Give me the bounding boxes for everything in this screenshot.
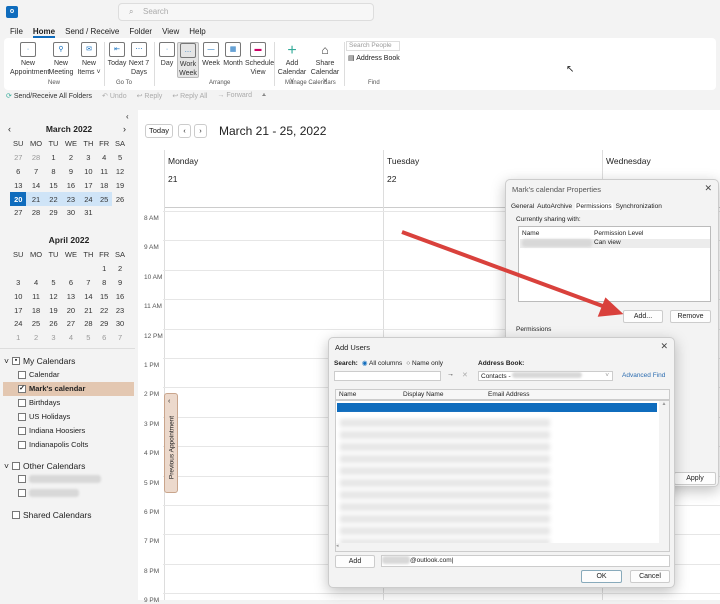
label: All columns xyxy=(368,360,403,367)
radio-icon: ○ xyxy=(406,359,411,367)
input-value: @outlook.com xyxy=(410,557,452,564)
selected-value: Contacts - xyxy=(481,373,511,380)
search-label: Search: xyxy=(334,359,358,367)
column-header[interactable]: Email Address xyxy=(488,391,530,398)
radio-all-columns[interactable]: ◉ All columns xyxy=(362,359,402,367)
radio-selected-icon: ◉ xyxy=(361,360,368,367)
redacted-name xyxy=(382,556,410,565)
redacted-name xyxy=(512,372,583,378)
ok-button[interactable]: OK xyxy=(581,570,622,583)
add-recipient-input[interactable]: @outlook.com| xyxy=(381,555,670,567)
horizontal-scrollbar[interactable]: ◂ xyxy=(336,543,659,551)
selected-row[interactable] xyxy=(337,403,657,412)
address-book-label: Address Book: xyxy=(478,360,525,367)
radio-name-only[interactable]: ○ Name only xyxy=(406,360,443,367)
cancel-button[interactable]: Cancel xyxy=(630,570,670,583)
search-input[interactable] xyxy=(334,371,441,381)
search-options: Search: ◉ All columns ○ Name only xyxy=(334,359,443,368)
dialog-title: Add Users xyxy=(335,343,371,352)
column-header[interactable]: Display Name xyxy=(403,391,443,398)
label: Name only xyxy=(411,359,444,367)
add-button[interactable]: Add xyxy=(335,555,375,568)
advanced-find-link[interactable]: Advanced Find xyxy=(622,372,665,379)
add-users-dialog: Add Users ✕ Search: ◉ All columns ○ Name… xyxy=(328,337,675,588)
chevron-down-icon: ˅ xyxy=(605,372,609,379)
results-list[interactable]: ▲ ◂ xyxy=(335,400,670,552)
close-icon[interactable]: ✕ xyxy=(660,341,668,352)
redacted-rows xyxy=(340,415,550,545)
results-header: Name Display Name Email Address xyxy=(335,389,670,400)
column-header[interactable]: Name xyxy=(339,391,356,398)
address-book-select[interactable]: Contacts - ˅ xyxy=(478,371,613,381)
go-arrow-icon[interactable]: → xyxy=(447,371,454,378)
vertical-scrollbar[interactable]: ▲ xyxy=(659,401,669,551)
clear-icon[interactable]: ✕ xyxy=(462,371,468,379)
